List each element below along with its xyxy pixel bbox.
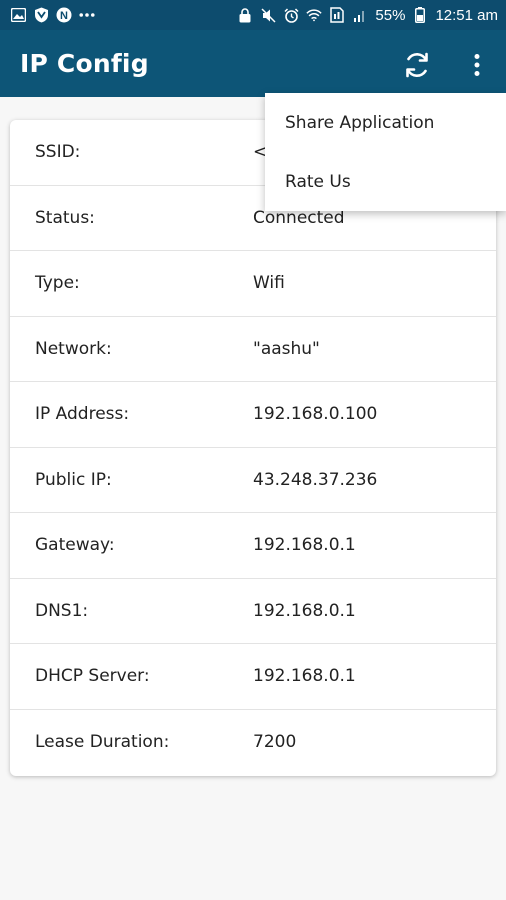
info-row-network: Network: "aashu": [10, 317, 496, 382]
refresh-icon: [406, 52, 428, 78]
info-row-dns1: DNS1: 192.168.0.1: [10, 579, 496, 644]
info-value: 192.168.0.1: [253, 600, 356, 621]
info-row-type: Type: Wifi: [10, 251, 496, 317]
refresh-button[interactable]: [399, 47, 435, 83]
battery-icon: [412, 7, 428, 23]
info-label: Public IP:: [35, 469, 112, 490]
sim-icon: [329, 7, 345, 23]
info-row-ip-address: IP Address: 192.168.0.100: [10, 382, 496, 448]
clock: 12:51 am: [435, 6, 498, 24]
info-row-lease-duration: Lease Duration: 7200: [10, 710, 496, 776]
app-bar: IP Config: [0, 30, 506, 97]
info-value: 192.168.0.100: [253, 404, 378, 425]
info-value: 7200: [253, 732, 297, 753]
overflow-menu-button[interactable]: [462, 47, 492, 83]
wifi-icon: [306, 7, 323, 23]
gallery-icon: [10, 7, 26, 23]
app-title: IP Config: [20, 49, 149, 78]
overflow-popup-menu: Share Application Rate Us: [265, 93, 506, 211]
info-label: DHCP Server:: [35, 666, 150, 687]
info-label: Lease Duration:: [35, 732, 170, 753]
status-bar: N 55% 12:51 am: [0, 0, 506, 30]
info-value: 192.168.0.1: [253, 535, 356, 556]
info-row-dhcp-server: DHCP Server: 192.168.0.1: [10, 644, 496, 710]
info-value: 43.248.37.236: [253, 469, 378, 490]
status-bar-left: N: [10, 7, 95, 23]
shield-icon: [33, 7, 49, 23]
network-info-card: SSID: < Status: Connected Type: Wifi Net…: [10, 120, 496, 776]
battery-percent: 55%: [375, 6, 406, 24]
info-row-gateway: Gateway: 192.168.0.1: [10, 513, 496, 579]
info-label: Network:: [35, 338, 112, 359]
overflow-menu-icon: [474, 54, 480, 76]
info-row-public-ip: Public IP: 43.248.37.236: [10, 448, 496, 513]
info-label: Type:: [35, 273, 80, 294]
menu-item-rate-us[interactable]: Rate Us: [265, 152, 506, 211]
info-value: "aashu": [253, 338, 320, 359]
info-label: DNS1:: [35, 600, 89, 621]
more-dots-icon: [79, 7, 95, 23]
alarm-icon: [283, 7, 299, 23]
svg-text:N: N: [60, 10, 68, 22]
info-label: SSID:: [35, 142, 81, 163]
info-label: Status:: [35, 207, 95, 228]
menu-item-share-application[interactable]: Share Application: [265, 93, 506, 152]
info-value: Wifi: [253, 273, 285, 294]
lock-icon: [237, 7, 253, 23]
info-label: Gateway:: [35, 535, 115, 556]
info-label: IP Address:: [35, 404, 130, 425]
n-badge-icon: N: [56, 7, 72, 23]
mute-icon: [260, 7, 276, 23]
info-value: 192.168.0.1: [253, 666, 356, 687]
status-bar-right: 55% 12:51 am: [237, 7, 498, 24]
signal-icon: [352, 7, 368, 23]
